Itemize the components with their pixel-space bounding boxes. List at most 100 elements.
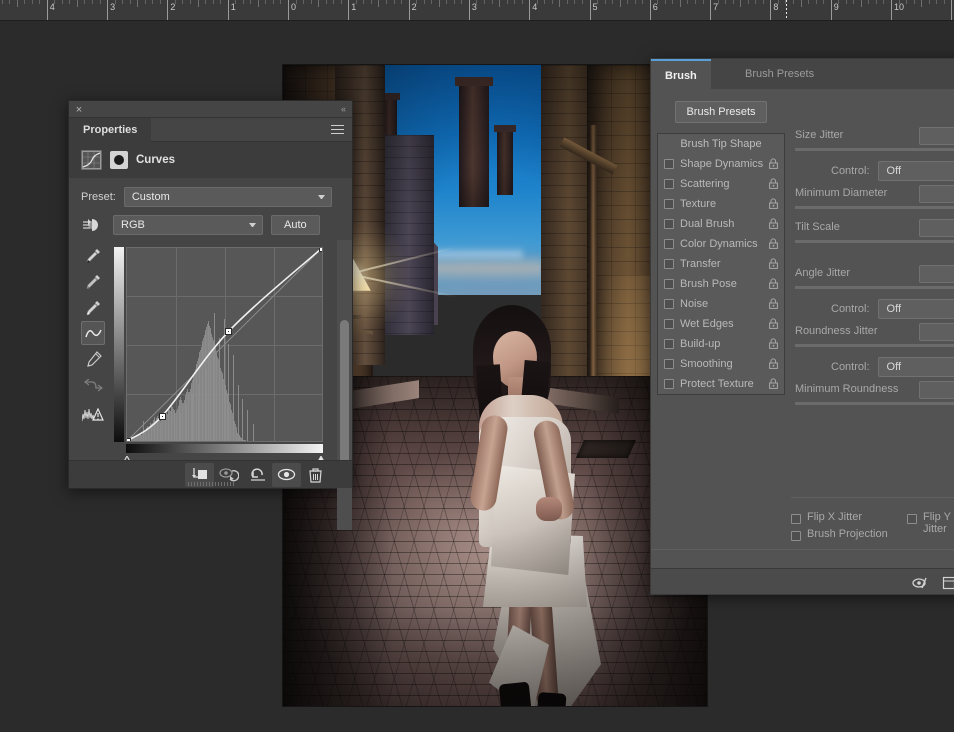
brush-projection-checkbox[interactable] [791,531,801,541]
tilt-scale-value[interactable] [919,219,954,237]
brush-option-row[interactable]: Wet Edges [658,314,784,334]
brush-option-row[interactable]: Protect Texture [658,374,784,394]
brush-option-checkbox[interactable] [664,259,674,269]
toggle-brush-preview-button[interactable] [909,572,933,594]
brush-option-checkbox[interactable] [664,199,674,209]
lock-icon[interactable] [769,378,778,389]
delete-adjustment-button[interactable] [301,463,330,487]
curve-graph[interactable] [114,247,328,468]
minimum-roundness-slider[interactable] [795,402,954,405]
brush-option-row[interactable]: Scattering [658,174,784,194]
brush-option-checkbox[interactable] [664,359,674,369]
brush-option-checkbox[interactable] [664,239,674,249]
brush-option-checkbox[interactable] [664,159,674,169]
lock-icon[interactable] [769,178,778,189]
lock-icon[interactable] [769,198,778,209]
brush-option-header[interactable]: Brush Tip Shape [658,134,784,154]
angle-jitter-value[interactable] [919,265,954,283]
flip-x-jitter-checkbox[interactable] [791,514,801,524]
brush-presets-button[interactable]: Brush Presets [675,101,767,123]
curve-control-point[interactable] [127,437,131,441]
new-brush-preset-button[interactable] [937,572,954,594]
gray-point-eyedropper[interactable] [81,269,105,293]
size-jitter-value[interactable] [919,127,954,145]
lock-icon[interactable] [769,298,778,309]
brush-option-row[interactable]: Brush Pose [658,274,784,294]
flip-y-jitter-checkbox[interactable] [907,514,917,524]
brush-options-list[interactable]: Brush Tip Shape Shape Dynamics Scattering T… [657,133,785,395]
reset-adjustment-button[interactable] [243,463,272,487]
size-jitter-slider[interactable] [795,148,954,151]
target-adjustment-tool-icon[interactable] [81,217,105,233]
tab-properties[interactable]: Properties [69,118,152,142]
brush-projection-row[interactable]: Brush Projection [791,528,954,545]
channel-select[interactable]: RGB [113,215,263,235]
brush-option-row[interactable]: Color Dynamics [658,234,784,254]
flip-x-jitter-row[interactable]: Flip X Jitter Flip Y Jitter [791,511,954,535]
curve-point-tool[interactable] [81,321,105,345]
lock-icon[interactable] [769,278,778,289]
panel-resize-grip[interactable] [187,482,234,486]
white-point-eyedropper[interactable] [81,295,105,319]
brush-panel[interactable]: Brush Brush Presets Brush Presets Brush … [650,58,954,595]
size-control-row: Control: Off [827,161,954,181]
panel-menu-icon[interactable] [331,125,344,135]
roundness-jitter-value[interactable] [919,323,954,341]
ruler-tick-minor [491,0,493,4]
properties-panel[interactable]: × « Properties Curves Preset: Custom RGB… [68,100,353,530]
tab-brush[interactable]: Brush [651,59,711,89]
curve-control-point[interactable] [318,248,322,252]
lock-icon[interactable] [769,218,778,229]
brush-option-row[interactable]: Shape Dynamics [658,154,784,174]
brush-option-checkbox[interactable] [664,299,674,309]
histogram-warning-icon[interactable] [81,403,105,427]
brush-option-checkbox[interactable] [664,319,674,329]
angle-jitter-slider[interactable] [795,286,954,289]
lock-icon[interactable] [769,318,778,329]
size-control-select[interactable]: Off [877,161,954,181]
minimum-roundness-value[interactable] [919,381,954,399]
smooth-curve-tool[interactable] [81,373,105,397]
lock-icon[interactable] [769,158,778,169]
brush-option-row[interactable]: Noise [658,294,784,314]
curve-control-point[interactable] [225,327,233,335]
brush-option-checkbox[interactable] [664,279,674,289]
angle-control-select[interactable]: Off [877,299,954,319]
close-icon[interactable]: × [73,104,85,116]
brush-option-row[interactable]: Smoothing [658,354,784,374]
brush-body: Brush Presets Brush Tip Shape Shape Dynam… [651,89,954,594]
ruler-tick-minor [446,0,448,4]
ruler-tick-minor [725,0,727,4]
brush-option-row[interactable]: Transfer [658,254,784,274]
tilt-scale-slider[interactable] [795,240,954,243]
lock-icon[interactable] [769,258,778,269]
brush-option-row[interactable]: Texture [658,194,784,214]
roundness-control-select[interactable]: Off [877,357,954,377]
lock-icon[interactable] [769,338,778,349]
brush-option-row[interactable]: Dual Brush [658,214,784,234]
minimum-diameter-value[interactable] [919,185,954,203]
curve-control-point[interactable] [158,412,166,420]
brush-option-label: Scattering [680,178,730,190]
tab-brush-presets[interactable]: Brush Presets [731,59,828,89]
brush-option-row[interactable]: Build-up [658,334,784,354]
toggle-visibility-button[interactable] [272,462,301,487]
pencil-draw-tool[interactable] [81,347,105,371]
lock-icon[interactable] [769,358,778,369]
auto-button[interactable]: Auto [271,215,320,235]
minimum-diameter-slider[interactable] [795,206,954,209]
angle-control-row: Control: Off [827,299,954,319]
collapse-icon[interactable]: « [341,104,346,115]
lock-icon[interactable] [769,238,778,249]
roundness-jitter-slider[interactable] [795,344,954,347]
preset-select[interactable]: Custom [123,187,332,207]
brush-option-checkbox[interactable] [664,379,674,389]
black-point-eyedropper[interactable] [81,243,105,267]
ruler-guide-marker[interactable] [786,0,787,20]
preset-label: Preset: [81,191,116,203]
brush-option-checkbox[interactable] [664,179,674,189]
brush-option-checkbox[interactable] [664,219,674,229]
brush-option-checkbox[interactable] [664,339,674,349]
horizontal-ruler[interactable]: 7654321012345678910111213141516 [0,0,954,21]
curve-grid[interactable] [126,247,323,442]
